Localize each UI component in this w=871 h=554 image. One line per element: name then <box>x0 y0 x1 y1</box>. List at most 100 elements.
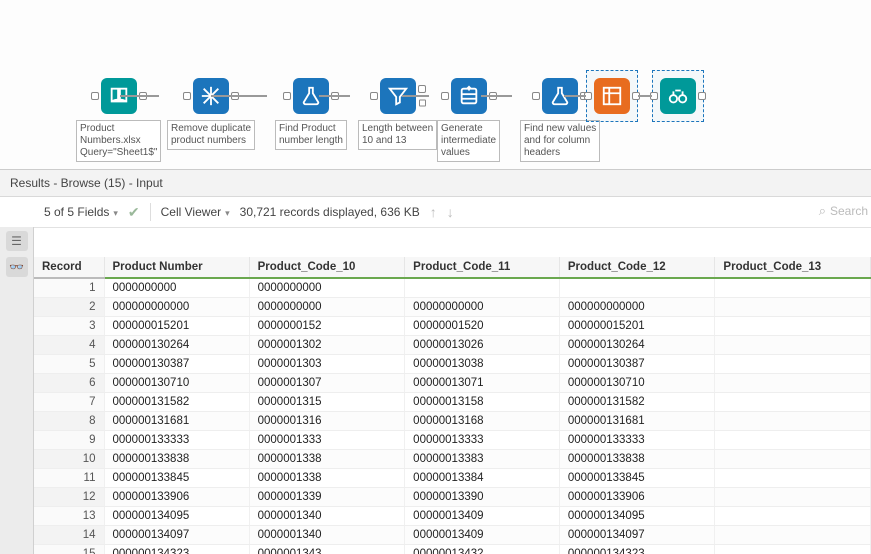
layout-toggle-button[interactable]: ☰ <box>6 231 28 251</box>
node-crosstab[interactable] <box>594 78 630 114</box>
node-browse[interactable] <box>660 78 696 114</box>
data-cell[interactable]: 000000134095 <box>104 507 249 526</box>
data-cell[interactable]: 000000133838 <box>559 450 715 469</box>
data-cell[interactable]: 000000131681 <box>559 412 715 431</box>
data-cell[interactable]: 000000134097 <box>559 526 715 545</box>
node-filter[interactable]: Length between10 and 13 <box>358 78 437 150</box>
data-cell[interactable]: 00000000000 <box>405 298 560 317</box>
data-cell[interactable]: 000000133333 <box>104 431 249 450</box>
data-cell[interactable]: 000000015201 <box>559 317 715 336</box>
data-cell[interactable]: 000000131582 <box>559 393 715 412</box>
data-cell[interactable]: 000000133838 <box>104 450 249 469</box>
record-number-cell[interactable]: 4 <box>34 336 104 355</box>
record-number-cell[interactable]: 9 <box>34 431 104 450</box>
data-cell[interactable]: 000000134097 <box>104 526 249 545</box>
table-row[interactable]: 1200000013390600000013390000001339000000… <box>34 488 871 507</box>
data-cell[interactable] <box>715 278 871 298</box>
data-cell[interactable]: 000000000000 <box>104 298 249 317</box>
data-cell[interactable]: 000000133906 <box>104 488 249 507</box>
table-row[interactable]: 8000000131681000000131600000013168000000… <box>34 412 871 431</box>
data-cell[interactable]: 0000001307 <box>249 374 405 393</box>
node-generate[interactable]: Generateintermediatevalues <box>437 78 500 162</box>
data-cell[interactable]: 000000134323 <box>559 545 715 554</box>
table-row[interactable]: 5000000130387000000130300000013038000000… <box>34 355 871 374</box>
column-header[interactable]: Product_Code_13 <box>715 257 871 278</box>
data-cell[interactable]: 00000013384 <box>405 469 560 488</box>
record-number-cell[interactable]: 12 <box>34 488 104 507</box>
data-cell[interactable]: 00000013390 <box>405 488 560 507</box>
data-cell[interactable]: 000000130387 <box>559 355 715 374</box>
record-number-cell[interactable]: 7 <box>34 393 104 412</box>
data-cell[interactable]: 00000013158 <box>405 393 560 412</box>
data-cell[interactable]: 000000015201 <box>104 317 249 336</box>
data-cell[interactable] <box>715 412 871 431</box>
results-table-wrap[interactable]: RecordProduct NumberProduct_Code_10Produ… <box>34 257 871 554</box>
data-cell[interactable] <box>715 355 871 374</box>
data-cell[interactable]: 0000001333 <box>249 431 405 450</box>
data-cell[interactable] <box>715 450 871 469</box>
table-row[interactable]: 1400000013409700000013400000001340900000… <box>34 526 871 545</box>
data-cell[interactable] <box>715 469 871 488</box>
record-number-cell[interactable]: 10 <box>34 450 104 469</box>
data-cell[interactable]: 00000013333 <box>405 431 560 450</box>
data-cell[interactable]: 00000013038 <box>405 355 560 374</box>
table-row[interactable]: 1100000013384500000013380000001338400000… <box>34 469 871 488</box>
data-cell[interactable]: 0000000000 <box>249 278 405 298</box>
table-row[interactable]: 100000000000000000000 <box>34 278 871 298</box>
data-cell[interactable]: 00000013026 <box>405 336 560 355</box>
data-cell[interactable] <box>715 431 871 450</box>
node-input[interactable]: ProductNumbers.xlsxQuery="Sheet1$" <box>76 78 161 162</box>
search-box[interactable]: ⌕ Search <box>819 203 868 219</box>
apply-check-icon[interactable]: ✔ <box>128 204 140 221</box>
record-number-cell[interactable]: 6 <box>34 374 104 393</box>
data-cell[interactable]: 0000000152 <box>249 317 405 336</box>
data-cell[interactable]: 00000013409 <box>405 507 560 526</box>
column-header[interactable]: Product_Code_11 <box>405 257 560 278</box>
data-cell[interactable]: 0000001343 <box>249 545 405 554</box>
data-cell[interactable]: 0000001338 <box>249 450 405 469</box>
table-row[interactable]: 6000000130710000000130700000013071000000… <box>34 374 871 393</box>
node-formula1[interactable]: Find Productnumber length <box>275 78 347 150</box>
record-number-cell[interactable]: 2 <box>34 298 104 317</box>
data-cell[interactable] <box>715 317 871 336</box>
workflow-canvas[interactable]: ProductNumbers.xlsxQuery="Sheet1$"Remove… <box>0 0 871 170</box>
data-cell[interactable]: 000000131681 <box>104 412 249 431</box>
table-row[interactable]: 1300000013409500000013400000001340900000… <box>34 507 871 526</box>
table-row[interactable]: 7000000131582000000131500000013158000000… <box>34 393 871 412</box>
table-row[interactable]: 4000000130264000000130200000013026000000… <box>34 336 871 355</box>
column-header[interactable]: Product_Code_10 <box>249 257 405 278</box>
record-number-cell[interactable]: 5 <box>34 355 104 374</box>
data-cell[interactable]: 000000130710 <box>559 374 715 393</box>
data-cell[interactable]: 000000133906 <box>559 488 715 507</box>
data-cell[interactable]: 000000133333 <box>559 431 715 450</box>
data-cell[interactable]: 00000013168 <box>405 412 560 431</box>
record-number-cell[interactable]: 13 <box>34 507 104 526</box>
data-cell[interactable]: 000000130387 <box>104 355 249 374</box>
data-cell[interactable] <box>715 393 871 412</box>
data-cell[interactable] <box>715 374 871 393</box>
data-cell[interactable]: 0000001315 <box>249 393 405 412</box>
node-unique[interactable]: Remove duplicateproduct numbers <box>167 78 255 150</box>
data-cell[interactable] <box>715 298 871 317</box>
data-cell[interactable]: 00000013383 <box>405 450 560 469</box>
data-cell[interactable]: 000000130264 <box>104 336 249 355</box>
record-number-cell[interactable]: 14 <box>34 526 104 545</box>
data-cell[interactable] <box>715 545 871 554</box>
data-cell[interactable]: 0000001339 <box>249 488 405 507</box>
data-cell[interactable]: 00000013409 <box>405 526 560 545</box>
cell-viewer-dropdown[interactable]: Cell Viewer <box>161 205 230 219</box>
table-row[interactable]: 1000000013383800000013380000001338300000… <box>34 450 871 469</box>
data-cell[interactable] <box>715 488 871 507</box>
page-down-icon[interactable]: ↓ <box>447 204 454 220</box>
data-cell[interactable]: 00000001520 <box>405 317 560 336</box>
table-row[interactable]: 1500000013432300000013430000001343200000… <box>34 545 871 554</box>
data-cell[interactable]: 0000000000 <box>249 298 405 317</box>
data-cell[interactable]: 000000130264 <box>559 336 715 355</box>
data-cell[interactable]: 0000001303 <box>249 355 405 374</box>
data-cell[interactable]: 0000001340 <box>249 526 405 545</box>
record-number-cell[interactable]: 8 <box>34 412 104 431</box>
data-cell[interactable] <box>715 507 871 526</box>
data-cell[interactable]: 00000013432 <box>405 545 560 554</box>
data-cell[interactable] <box>715 336 871 355</box>
data-cell[interactable]: 000000133845 <box>104 469 249 488</box>
